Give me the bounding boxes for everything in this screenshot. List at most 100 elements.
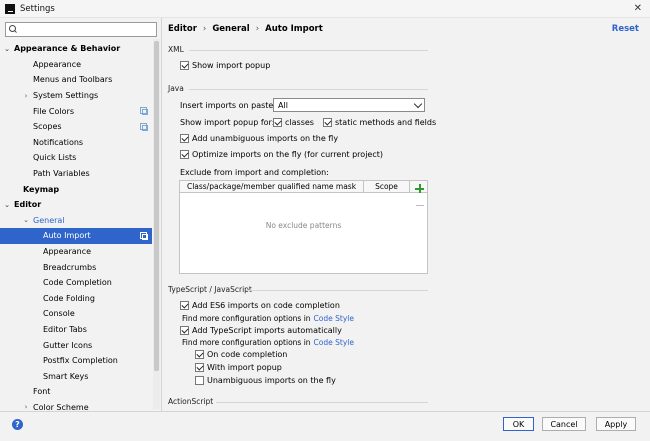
checkbox[interactable]: [180, 150, 189, 159]
insert-imports-select[interactable]: All: [273, 98, 425, 112]
search-icon: [8, 24, 20, 35]
ts-unambiguous-imports[interactable]: Unambiguous imports on the fly: [195, 376, 336, 385]
divider: [216, 402, 428, 403]
checkbox-label: Unambiguous imports on the fly: [207, 376, 336, 385]
checkbox[interactable]: [180, 134, 189, 143]
sidebar-item-label: Smart Keys: [43, 371, 89, 381]
sidebar-item-breadcrumbs[interactable]: Breadcrumbs: [0, 259, 152, 275]
checkbox-label: Show import popup: [192, 61, 271, 70]
chevron-down-icon: [413, 99, 423, 109]
checkbox[interactable]: [323, 118, 332, 127]
checkbox[interactable]: [180, 326, 189, 335]
checkbox-label: static methods and fields: [335, 118, 437, 127]
sidebar-item-notifications[interactable]: Notifications: [0, 135, 152, 151]
sidebar-item-gutter-icons[interactable]: Gutter Icons: [0, 337, 152, 353]
close-icon[interactable]: ✕: [634, 3, 642, 14]
chevron-right-icon[interactable]: ›: [22, 92, 30, 100]
sidebar-item-path-variables[interactable]: Path Variables: [0, 166, 152, 182]
sidebar-item-auto-import[interactable]: Auto Import: [0, 228, 152, 244]
sidebar-item-editor[interactable]: ⌄ Editor: [0, 197, 152, 213]
checkbox-label: Add TypeScript imports automatically: [192, 326, 342, 335]
checkbox-label: Add unambiguous imports on the fly: [192, 134, 339, 143]
sidebar-item-code-completion[interactable]: Code Completion: [0, 275, 152, 291]
settings-sidebar: ⌄ Appearance & Behavior Appearance Menus an…: [0, 18, 162, 412]
cancel-button[interactable]: Cancel: [542, 417, 586, 431]
sidebar-item-file-colors[interactable]: File Colors: [0, 103, 152, 119]
help-icon[interactable]: ?: [12, 419, 23, 430]
ok-button[interactable]: OK: [503, 417, 534, 431]
breadcrumb-editor: Editor: [168, 24, 197, 34]
sidebar-item-label: Quick Lists: [33, 153, 77, 163]
sidebar-item-keymap[interactable]: Keymap: [0, 181, 152, 197]
sidebar-item-general[interactable]: ⌄ General: [0, 213, 152, 229]
column-header-scope[interactable]: Scope: [364, 181, 410, 192]
chevron-down-icon[interactable]: ⌄: [3, 201, 11, 209]
exclude-table[interactable]: Class/package/member qualified name mask…: [179, 180, 428, 274]
empty-table-text: No exclude patterns: [265, 221, 342, 230]
reset-link[interactable]: Reset: [612, 24, 639, 34]
section-java: Java: [168, 84, 184, 93]
sidebar-item-label: Appearance: [33, 59, 82, 69]
window-title: Settings: [20, 3, 55, 14]
checkbox[interactable]: [195, 363, 204, 372]
sidebar-item-label: General: [33, 215, 65, 225]
insert-imports-label: Insert imports on paste:: [180, 101, 277, 110]
sidebar-item-quick-lists[interactable]: Quick Lists: [0, 150, 152, 166]
sidebar-scrollbar[interactable]: [153, 39, 160, 409]
sidebar-item-scopes[interactable]: Scopes: [0, 119, 152, 135]
checkbox[interactable]: [195, 350, 204, 359]
exclude-label: Exclude from import and completion:: [180, 168, 329, 177]
checkbox[interactable]: [180, 301, 189, 310]
ts-add-typescript-imports[interactable]: Add TypeScript imports automatically: [180, 326, 342, 335]
sidebar-item-label: Code Completion: [43, 278, 112, 288]
java-add-unambiguous[interactable]: Add unambiguous imports on the fly: [180, 134, 338, 143]
sidebar-item-label: Notifications: [33, 137, 84, 147]
sidebar-item-appearance[interactable]: Appearance: [0, 244, 152, 260]
sidebar-item-label: Editor Tabs: [43, 324, 87, 334]
sidebar-item-appearance-behavior[interactable]: ⌄ Appearance & Behavior: [0, 41, 152, 57]
java-static-checkbox[interactable]: static methods and fields: [323, 118, 436, 127]
chevron-down-icon[interactable]: ⌄: [22, 216, 30, 224]
sidebar-item-postfix-completion[interactable]: Postfix Completion: [0, 353, 152, 369]
code-style-link[interactable]: Code Style: [314, 314, 354, 323]
sidebar-item-label: Console: [43, 309, 75, 319]
sidebar-item-editor-tabs[interactable]: Editor Tabs: [0, 322, 152, 338]
ts-on-code-completion[interactable]: On code completion: [195, 350, 287, 359]
divider: [189, 89, 428, 90]
sidebar-item-code-folding[interactable]: Code Folding: [0, 291, 152, 307]
java-classes-checkbox[interactable]: classes: [273, 118, 314, 127]
scrollbar-thumb[interactable]: [154, 41, 159, 371]
checkbox[interactable]: [195, 376, 204, 385]
ts-add-es6-imports[interactable]: Add ES6 imports on code completion: [180, 301, 340, 310]
sidebar-item-appearance[interactable]: Appearance: [0, 57, 152, 73]
import-popup-row: Show import popup for:: [180, 118, 274, 127]
checkbox-label: On code completion: [207, 350, 288, 359]
ts-more-options-1: Find more configuration options in Code …: [182, 314, 354, 323]
ts-with-import-popup[interactable]: With import popup: [195, 363, 282, 372]
sidebar-item-label: System Settings: [33, 91, 99, 101]
java-optimize-imports[interactable]: Optimize imports on the fly (for current…: [180, 150, 383, 159]
settings-search-box[interactable]: [5, 22, 157, 37]
sidebar-item-console[interactable]: Console: [0, 306, 152, 322]
breadcrumb-separator: ›: [255, 24, 260, 34]
checkbox[interactable]: [180, 61, 189, 70]
xml-show-import-popup[interactable]: Show import popup: [180, 61, 270, 70]
sidebar-item-font[interactable]: Font: [0, 384, 152, 400]
more-options-text: Find more configuration options in: [182, 338, 311, 347]
sidebar-item-smart-keys[interactable]: Smart Keys: [0, 368, 152, 384]
search-input[interactable]: [20, 23, 156, 36]
copy-settings-icon: [140, 122, 148, 131]
breadcrumb-general: General: [212, 24, 250, 34]
add-pattern-plus-icon[interactable]: [415, 184, 424, 193]
code-style-link[interactable]: Code Style: [314, 338, 354, 347]
checkbox[interactable]: [273, 118, 282, 127]
column-header-mask[interactable]: Class/package/member qualified name mask: [180, 181, 364, 192]
sidebar-item-label: File Colors: [33, 106, 74, 116]
chevron-down-icon[interactable]: ⌄: [3, 45, 11, 53]
more-options-text: Find more configuration options in: [182, 314, 311, 323]
sidebar-item-menus-and-toolbars[interactable]: Menus and Toolbars: [0, 72, 152, 88]
apply-button[interactable]: Apply: [596, 417, 636, 431]
sidebar-item-system-settings[interactable]: › System Settings: [0, 88, 152, 104]
divider: [246, 290, 428, 291]
remove-pattern-minus-icon[interactable]: [416, 205, 424, 206]
